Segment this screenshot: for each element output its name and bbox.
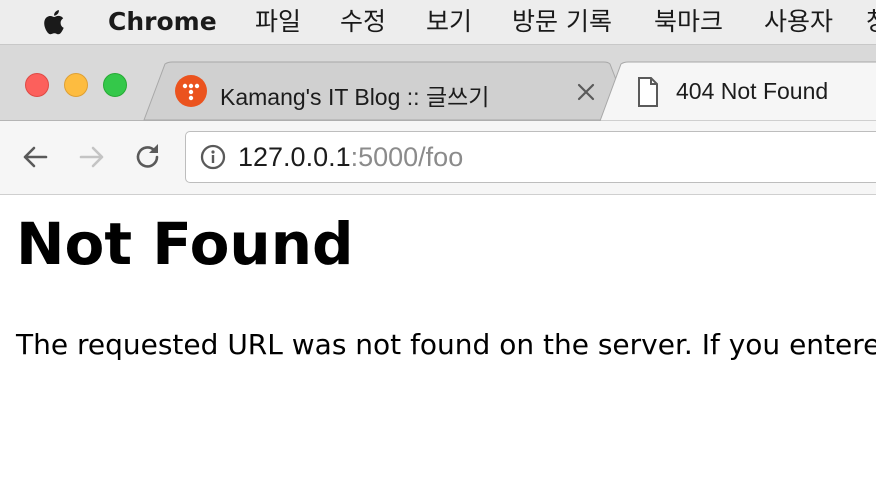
url-host: 127.0.0.1: [238, 142, 351, 172]
close-window-button[interactable]: [25, 73, 49, 97]
tistory-icon: [175, 75, 207, 107]
reload-icon[interactable]: [131, 140, 165, 174]
minimize-window-button[interactable]: [64, 73, 88, 97]
back-arrow-icon[interactable]: [18, 140, 52, 174]
error-message: The requested URL was not found on the s…: [16, 328, 876, 361]
zoom-window-button[interactable]: [103, 73, 127, 97]
page-heading: Not Found: [16, 210, 354, 278]
url-path: :5000/foo: [350, 142, 464, 172]
tab-404-title[interactable]: 404 Not Found: [676, 78, 828, 105]
forward-arrow-icon[interactable]: [75, 140, 109, 174]
tab-blog-title[interactable]: Kamang's IT Blog :: 글쓰기: [220, 78, 489, 112]
site-info-icon[interactable]: [199, 143, 227, 171]
document-icon: [638, 77, 658, 107]
close-tab-icon[interactable]: [574, 80, 598, 104]
url-text[interactable]: 127.0.0.1:5000/foo: [238, 140, 463, 174]
